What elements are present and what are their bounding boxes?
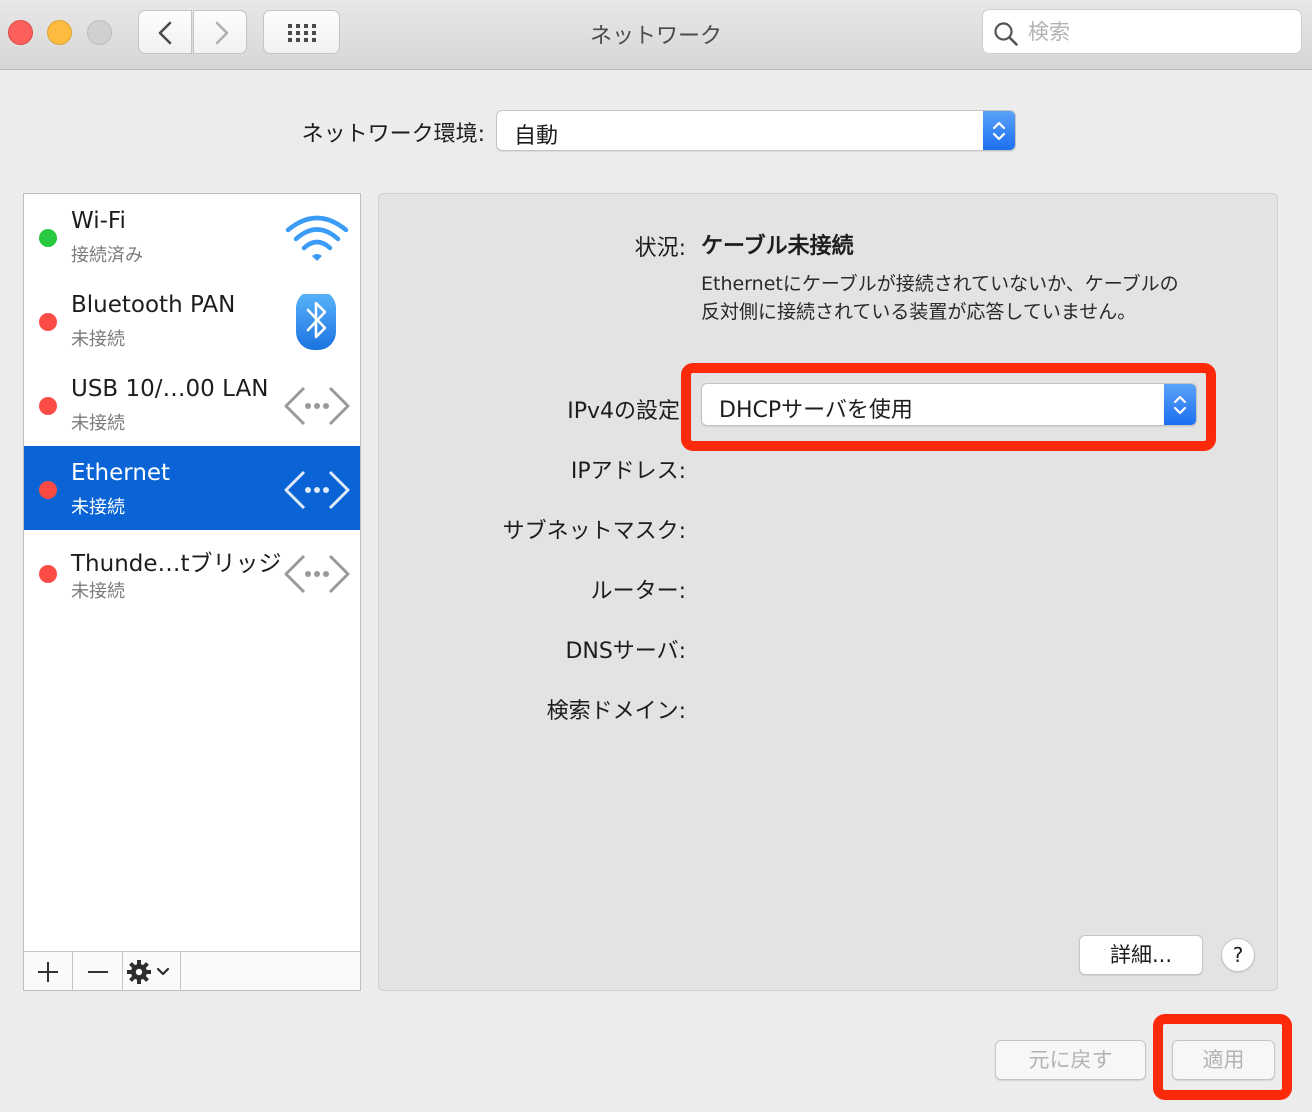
service-name: Ethernet xyxy=(71,460,171,486)
status-dot xyxy=(39,565,57,583)
minus-icon xyxy=(88,971,108,973)
service-item-usb-lan[interactable]: USB 10/…00 LAN 未接続 xyxy=(24,362,360,446)
service-status: 未接続 xyxy=(71,329,125,350)
search-input[interactable] xyxy=(1028,17,1288,47)
ethernet-arrows-icon xyxy=(284,386,350,426)
title-bar: ネットワーク xyxy=(0,0,1312,70)
ethernet-arrows-icon xyxy=(284,470,350,510)
service-list-toolbar xyxy=(24,951,360,991)
router-label: ルーター: xyxy=(590,579,686,604)
service-item-bluetooth-pan[interactable]: Bluetooth PAN 未接続 xyxy=(24,278,360,362)
ip-address-label: IPアドレス: xyxy=(570,459,686,484)
remove-service-button[interactable] xyxy=(73,952,123,991)
status-value: ケーブル未接続 xyxy=(701,234,854,259)
status-dot xyxy=(39,397,57,415)
detail-panel: 状況: ケーブル未接続 Ethernetにケーブルが接続されていないか、ケーブル… xyxy=(378,193,1278,991)
status-dot xyxy=(39,313,57,331)
search-field[interactable] xyxy=(982,9,1302,54)
up-down-chevron-icon xyxy=(1173,395,1187,414)
up-down-chevron-icon xyxy=(992,121,1006,140)
status-dot xyxy=(39,229,57,247)
help-button[interactable]: ? xyxy=(1221,938,1255,972)
popup-stepper xyxy=(983,111,1015,150)
service-status: 未接続 xyxy=(71,581,125,602)
search-domain-label: 検索ドメイン: xyxy=(546,699,686,724)
service-status: 接続済み xyxy=(71,245,143,266)
service-list: Wi-Fi 接続済み Bluetooth PAN 未接続 USB 10/…00 … xyxy=(23,193,361,991)
action-menu-button[interactable] xyxy=(123,952,181,991)
location-popup[interactable]: 自動 xyxy=(496,110,1016,151)
ipv4-config-popup[interactable]: DHCPサーバを使用 xyxy=(701,383,1197,426)
status-description: Ethernetにケーブルが接続されていないか、ケーブルの反対側に接続されている… xyxy=(701,273,1179,323)
ethernet-arrows-icon xyxy=(284,554,350,594)
subnet-mask-label: サブネットマスク: xyxy=(502,519,686,544)
revert-button[interactable]: 元に戻す xyxy=(995,1040,1146,1080)
dns-server-label: DNSサーバ: xyxy=(565,639,686,664)
status-label: 状況: xyxy=(634,236,686,261)
location-label: ネットワーク環境: xyxy=(301,122,485,147)
ipv4-label: IPv4の設定 xyxy=(567,399,680,424)
search-icon xyxy=(994,22,1018,46)
status-dot xyxy=(39,481,57,499)
service-item-thunderbolt-bridge[interactable]: Thunde…tブリッジ 未接続 xyxy=(24,530,360,614)
service-item-wifi[interactable]: Wi-Fi 接続済み xyxy=(24,194,360,278)
location-value: 自動 xyxy=(514,124,559,149)
service-name: USB 10/…00 LAN xyxy=(71,376,269,402)
advanced-button[interactable]: 詳細... xyxy=(1079,935,1203,975)
gear-icon xyxy=(127,960,170,984)
ipv4-config-value: DHCPサーバを使用 xyxy=(719,398,913,423)
service-name: Bluetooth PAN xyxy=(71,292,236,318)
bluetooth-icon xyxy=(296,294,336,350)
service-status: 未接続 xyxy=(71,413,125,434)
wifi-icon xyxy=(285,215,349,261)
apply-button[interactable]: 適用 xyxy=(1172,1040,1275,1080)
service-name: Wi-Fi xyxy=(71,208,126,234)
add-service-button[interactable] xyxy=(24,952,73,991)
popup-stepper xyxy=(1164,384,1196,425)
service-item-ethernet[interactable]: Ethernet 未接続 xyxy=(24,446,360,530)
plus-icon xyxy=(38,962,58,982)
service-status: 未接続 xyxy=(71,497,125,518)
service-name: Thunde…tブリッジ xyxy=(71,551,282,577)
